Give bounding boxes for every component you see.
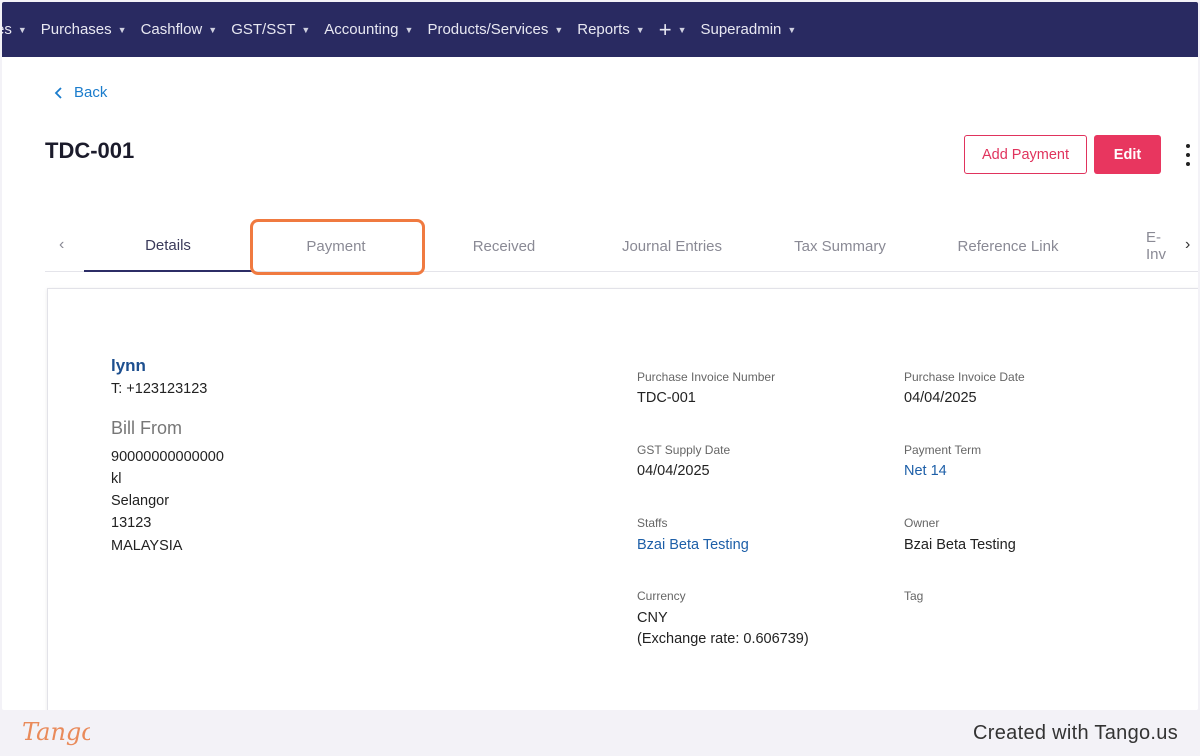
- back-link[interactable]: Back: [54, 84, 107, 101]
- bill-from-heading: Bill From: [111, 418, 182, 438]
- nav-label: Cashflow: [140, 21, 203, 38]
- caret-down-icon: ▼: [208, 24, 218, 35]
- invoice-detail-card: lynn T: +123123123 Bill From 90000000000…: [47, 288, 1198, 710]
- invoice-date-label: Purchase Invoice Date: [904, 370, 1025, 384]
- invoice-number-value: TDC-001: [637, 390, 696, 406]
- top-navigation: es ▼ Purchases ▼ Cashflow ▼ GST/SST ▼ Ac…: [2, 2, 1198, 57]
- nav-label: Reports: [577, 21, 630, 38]
- currency-value: CNY: [637, 610, 668, 626]
- caret-down-icon: ▼: [554, 24, 564, 35]
- vendor-phone: T: +123123123: [111, 381, 208, 397]
- plus-icon: +: [658, 16, 672, 42]
- address-line: Selangor: [111, 493, 170, 509]
- nav-item-create[interactable]: + ▼: [658, 16, 687, 42]
- footer-credit: Created with Tango.us: [973, 722, 1178, 744]
- invoice-date-value: 04/04/2025: [904, 390, 977, 406]
- caret-down-icon: ▼: [17, 24, 27, 35]
- owner-label: Owner: [904, 516, 940, 530]
- nav-item-gst-sst[interactable]: GST/SST ▼: [231, 21, 310, 38]
- nav-label: Purchases: [40, 21, 112, 38]
- nav-user-label: Superadmin: [700, 21, 782, 38]
- nav-item-sales[interactable]: es ▼: [2, 21, 27, 38]
- chevron-left-icon: [54, 86, 62, 99]
- address-line: MALAYSIA: [111, 538, 183, 554]
- nav-label: es: [2, 21, 12, 38]
- nav-label: Accounting: [324, 21, 399, 38]
- tab-received[interactable]: Received: [420, 220, 588, 272]
- address-line: kl: [111, 471, 122, 487]
- caret-down-icon: ▼: [404, 24, 414, 35]
- svg-text:Tango: Tango: [22, 718, 90, 746]
- tab-journal-entries[interactable]: Journal Entries: [588, 220, 756, 272]
- nav-item-products-services[interactable]: Products/Services ▼: [427, 21, 563, 38]
- chevron-right-icon[interactable]: ›: [1185, 236, 1190, 254]
- caret-down-icon: ▼: [301, 24, 311, 35]
- nav-item-user[interactable]: Superadmin ▼: [700, 21, 796, 38]
- tab-e-invoice[interactable]: E-Inv: [1092, 220, 1178, 272]
- staffs-label: Staffs: [637, 516, 668, 530]
- staffs-value[interactable]: Bzai Beta Testing: [637, 537, 749, 553]
- vendor-name[interactable]: lynn: [111, 356, 146, 376]
- caret-down-icon: ▼: [635, 24, 645, 35]
- tab-payment[interactable]: Payment: [252, 220, 420, 272]
- invoice-number-label: Purchase Invoice Number: [637, 370, 776, 384]
- tag-label: Tag: [904, 589, 924, 603]
- page-title: TDC-001: [45, 138, 135, 163]
- tab-tax-summary[interactable]: Tax Summary: [756, 220, 924, 272]
- payment-term-value[interactable]: Net 14: [904, 463, 947, 479]
- add-payment-button[interactable]: Add Payment: [964, 135, 1087, 174]
- more-options-icon[interactable]: [1182, 144, 1194, 166]
- payment-term-label: Payment Term: [904, 443, 982, 457]
- nav-item-cashflow[interactable]: Cashflow ▼: [141, 21, 218, 38]
- exchange-rate-value: (Exchange rate: 0.606739): [637, 631, 809, 647]
- nav-item-accounting[interactable]: Accounting ▼: [324, 21, 413, 38]
- currency-label: Currency: [637, 589, 686, 603]
- nav-item-reports[interactable]: Reports ▼: [577, 21, 644, 38]
- nav-label: Products/Services: [427, 21, 549, 38]
- owner-value: Bzai Beta Testing: [904, 537, 1016, 553]
- edit-button[interactable]: Edit: [1094, 135, 1161, 174]
- caret-down-icon: ▼: [677, 24, 687, 35]
- caret-down-icon: ▼: [787, 24, 797, 35]
- address-line: 13123: [111, 515, 152, 531]
- screenshot-frame: es ▼ Purchases ▼ Cashflow ▼ GST/SST ▼ Ac…: [0, 0, 1200, 756]
- back-label: Back: [74, 84, 108, 101]
- tango-logo: Tango: [22, 718, 90, 746]
- nav-label: GST/SST: [231, 21, 296, 38]
- address-line: 90000000000000: [111, 449, 224, 465]
- supply-date-label: GST Supply Date: [637, 443, 731, 457]
- chevron-left-icon[interactable]: ‹: [59, 236, 64, 254]
- supply-date-value: 04/04/2025: [637, 463, 710, 479]
- app-screen: es ▼ Purchases ▼ Cashflow ▼ GST/SST ▼ Ac…: [2, 2, 1198, 710]
- caret-down-icon: ▼: [117, 24, 127, 35]
- nav-item-purchases[interactable]: Purchases ▼: [41, 21, 127, 38]
- tab-details[interactable]: Details: [84, 220, 252, 272]
- tab-reference-link[interactable]: Reference Link: [924, 220, 1092, 272]
- tab-bar: ‹ Details Payment Received Journal Entri…: [45, 220, 1198, 272]
